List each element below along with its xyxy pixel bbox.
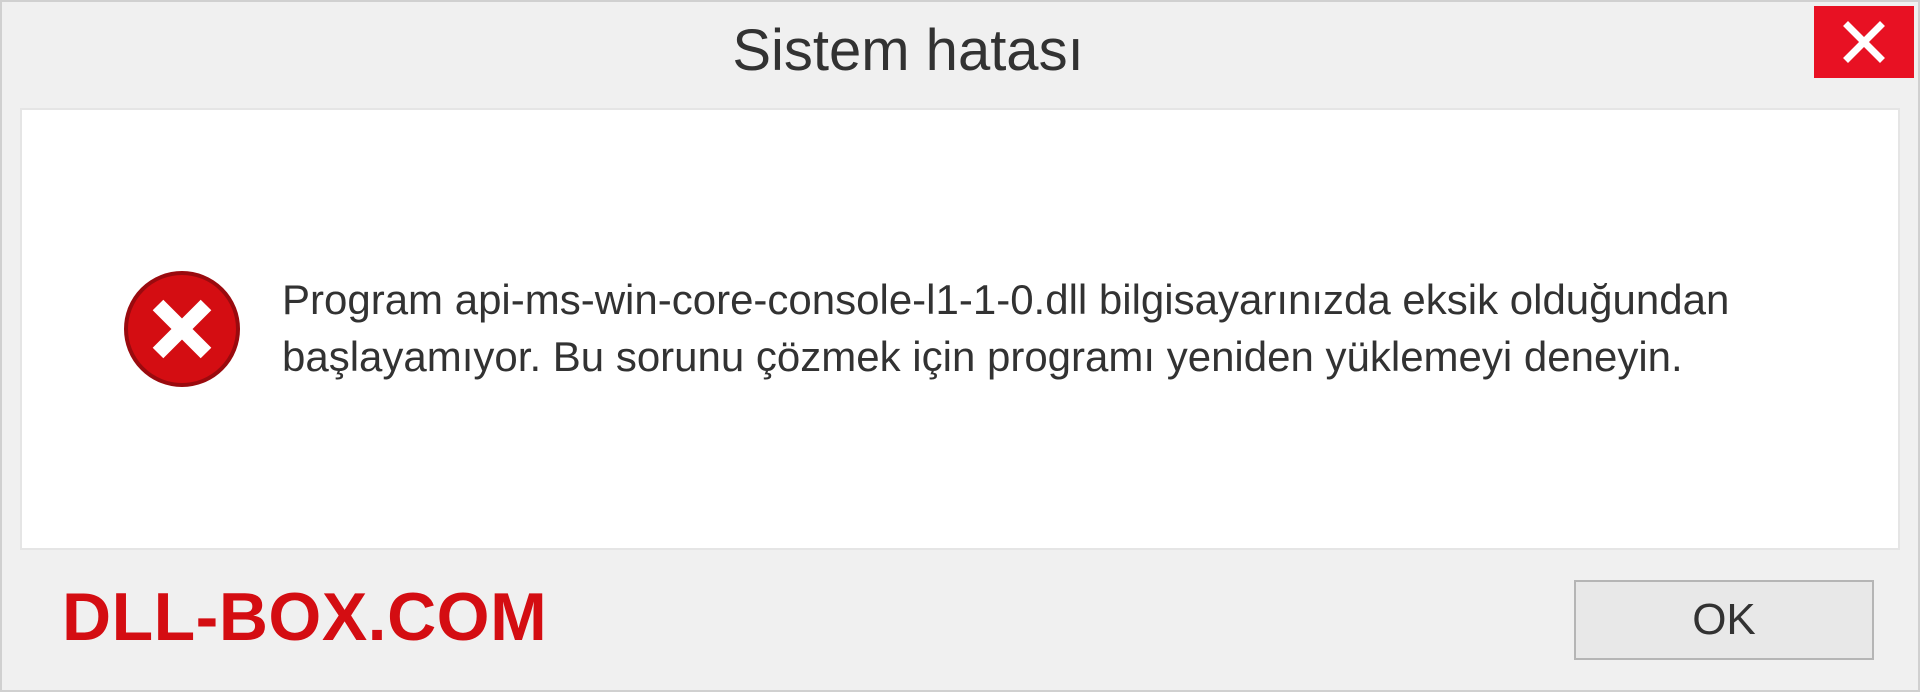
footer: DLL-BOX.COM OK bbox=[2, 550, 1918, 690]
watermark-text: DLL-BOX.COM bbox=[62, 578, 547, 662]
close-icon bbox=[1842, 20, 1886, 64]
ok-button[interactable]: OK bbox=[1574, 580, 1874, 660]
titlebar: Sistem hatası bbox=[2, 2, 1918, 90]
error-dialog: Sistem hatası Program api-ms-win-core-co… bbox=[0, 0, 1920, 692]
error-message: Program api-ms-win-core-console-l1-1-0.d… bbox=[282, 272, 1838, 385]
dialog-title: Sistem hatası bbox=[732, 9, 1083, 84]
content-panel: Program api-ms-win-core-console-l1-1-0.d… bbox=[20, 108, 1900, 550]
error-icon bbox=[122, 269, 242, 389]
close-button[interactable] bbox=[1814, 6, 1914, 78]
